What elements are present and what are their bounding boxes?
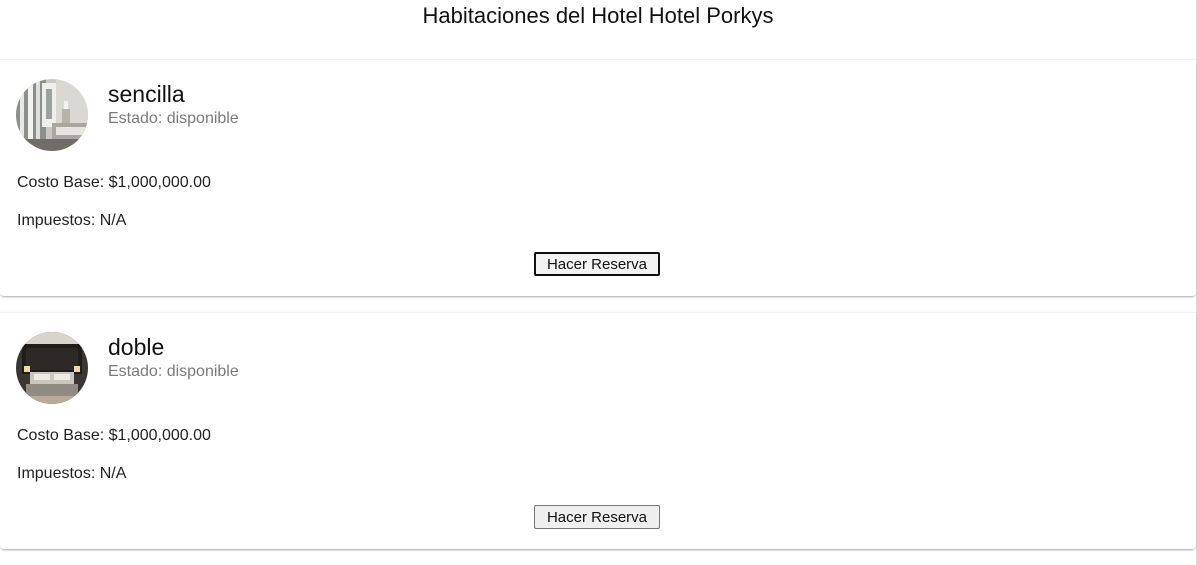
room-taxes: Impuestos: N/A	[17, 465, 127, 482]
page-title: Habitaciones del Hotel Hotel Porkys	[422, 3, 774, 28]
make-reservation-button[interactable]: Hacer Reserva	[534, 505, 660, 529]
room-base-cost: Costo Base: $1,000,000.00	[17, 174, 211, 191]
bedroom-photo-dark-icon	[16, 332, 88, 404]
room-name: sencilla	[108, 81, 185, 107]
room-name: doble	[108, 334, 165, 360]
page: Habitaciones del Hotel Hotel Porkys senc…	[0, 0, 1198, 565]
room-image-avatar	[16, 332, 88, 404]
room-status: Estado: disponible	[108, 110, 239, 127]
room-card-doble: doble Estado: disponible Costo Base: $1,…	[0, 312, 1196, 549]
room-image-avatar	[16, 79, 88, 151]
bedroom-photo-light-icon	[16, 79, 88, 151]
room-base-cost: Costo Base: $1,000,000.00	[17, 427, 211, 444]
room-status: Estado: disponible	[108, 363, 239, 380]
make-reservation-button[interactable]: Hacer Reserva	[534, 252, 660, 276]
room-taxes: Impuestos: N/A	[17, 212, 127, 229]
room-card-sencilla: sencilla Estado: disponible Costo Base: …	[0, 59, 1196, 296]
